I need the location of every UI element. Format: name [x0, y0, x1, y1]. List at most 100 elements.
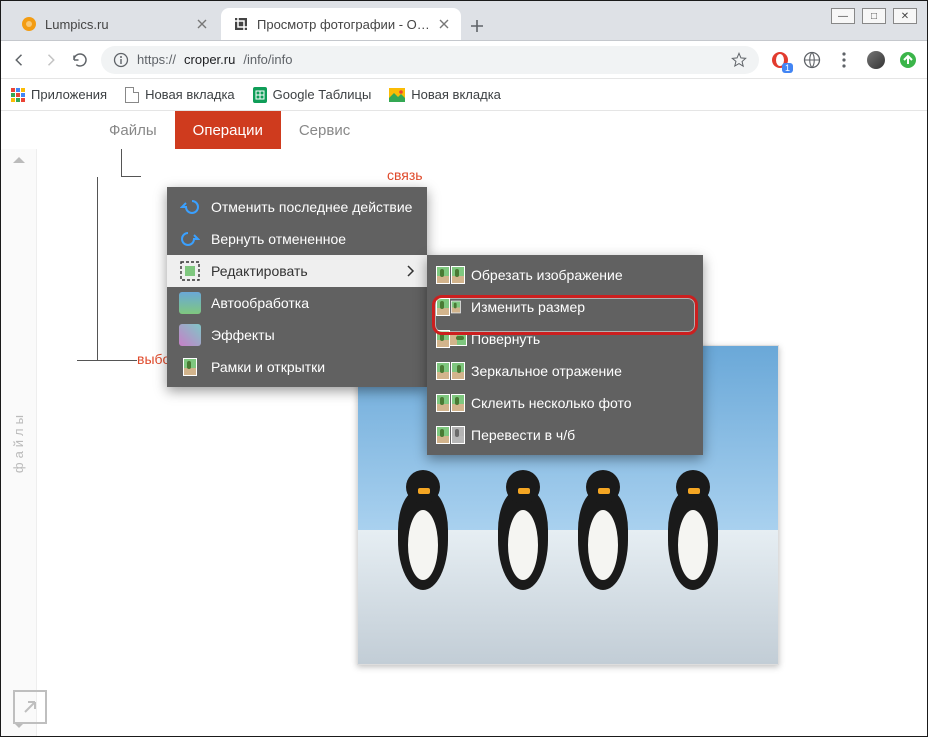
bookmark-item[interactable]: Новая вкладка: [389, 87, 501, 102]
tab-title: Lumpics.ru: [45, 17, 189, 32]
window-maximize-button[interactable]: □: [862, 8, 886, 24]
sidebar-label: файлы: [11, 411, 26, 473]
bookmark-label: Google Таблицы: [273, 87, 372, 102]
redo-icon: [179, 228, 201, 250]
submenu-item-rotate[interactable]: Повернуть: [427, 323, 703, 355]
undo-icon: [179, 196, 201, 218]
expand-corner-button[interactable]: [13, 690, 47, 724]
menu-label: Сервис: [299, 122, 350, 139]
edit-marquee-icon: [179, 260, 201, 282]
maximize-icon: □: [871, 11, 877, 22]
penguin-icon: [388, 470, 458, 600]
menu-item-fx[interactable]: Эффекты: [167, 319, 427, 351]
submenu-item-grayscale[interactable]: Перевести в ч/б: [427, 419, 703, 451]
close-icon: ✕: [901, 11, 909, 22]
url-scheme: https://: [137, 52, 176, 67]
bookmark-item[interactable]: Google Таблицы: [253, 87, 372, 103]
site-info-icon[interactable]: [113, 52, 129, 68]
thumb-pair-icon: [439, 360, 461, 382]
extension-opera-icon[interactable]: 1: [771, 51, 789, 69]
tab-lumpics[interactable]: Lumpics.ru: [9, 8, 219, 40]
menu-label: Операции: [193, 122, 263, 139]
content-area: связь редактирование фото выбор файла От…: [37, 149, 927, 736]
menu-item-label: Автообработка: [211, 295, 309, 311]
thumb-pair-icon: [439, 264, 461, 286]
bookmarks-apps[interactable]: Приложения: [11, 87, 107, 102]
menu-item-label: Зеркальное отражение: [471, 363, 622, 379]
chevron-up-icon: [13, 157, 25, 163]
thumb-pair-icon: [439, 296, 461, 318]
browser-window: — □ ✕ Lumpics.ru Просмотр фотографии - О…: [0, 0, 928, 737]
forward-button[interactable]: [41, 51, 59, 69]
extension-badge: 1: [782, 63, 793, 73]
toolbar-right: 1: [771, 51, 917, 69]
menu-service[interactable]: Сервис: [281, 111, 368, 149]
tree-branch: [121, 149, 141, 177]
edit-submenu: Обрезать изображение Изменить размер Пов…: [427, 255, 703, 455]
favicon-orange-icon: [21, 16, 37, 32]
app-viewport: Файлы Операции Сервис файлы связь редакт…: [1, 111, 927, 736]
profile-avatar[interactable]: [867, 51, 885, 69]
operations-menu: Отменить последнее действие Вернуть отме…: [167, 187, 427, 387]
bg-link[interactable]: связь: [387, 167, 423, 183]
window-close-button[interactable]: ✕: [893, 8, 917, 24]
tab-title: Просмотр фотографии - Онлай: [257, 17, 431, 32]
sidebar-files[interactable]: файлы: [1, 149, 37, 736]
extension-globe-icon[interactable]: [803, 51, 821, 69]
window-controls: — □ ✕: [831, 8, 917, 24]
sheets-icon: [253, 87, 267, 103]
thumb-pair-icon: [439, 392, 461, 414]
favicon-crop-icon: [233, 16, 249, 32]
submenu-item-stitch[interactable]: Склеить несколько фото: [427, 387, 703, 419]
submenu-item-mirror[interactable]: Зеркальное отражение: [427, 355, 703, 387]
url-path: /info/info: [243, 52, 292, 67]
menu-item-edit[interactable]: Редактировать: [167, 255, 427, 287]
reload-icon: [71, 51, 89, 69]
bookmark-item[interactable]: Новая вкладка: [125, 87, 235, 103]
menu-operations[interactable]: Операции: [175, 111, 281, 149]
minimize-icon: —: [838, 11, 848, 22]
url-host: croper.ru: [184, 52, 235, 67]
submenu-item-crop[interactable]: Обрезать изображение: [427, 259, 703, 291]
menu-files[interactable]: Файлы: [91, 111, 175, 149]
landscape-icon: [389, 88, 405, 102]
menu-item-label: Перевести в ч/б: [471, 427, 575, 443]
new-tab-button[interactable]: [463, 12, 491, 40]
menu-item-undo[interactable]: Отменить последнее действие: [167, 191, 427, 223]
menu-item-label: Склеить несколько фото: [471, 395, 632, 411]
apps-label: Приложения: [31, 87, 107, 102]
url-input[interactable]: https:// croper.ru/info/info: [101, 46, 759, 74]
frames-icon: [179, 356, 201, 378]
overflow-menu-button[interactable]: [835, 51, 853, 69]
chevron-right-icon: [407, 265, 415, 277]
menu-item-auto[interactable]: Автообработка: [167, 287, 427, 319]
tab-close-icon[interactable]: [197, 19, 207, 29]
menu-item-redo[interactable]: Вернуть отмененное: [167, 223, 427, 255]
plus-icon: [470, 19, 484, 33]
menu-item-label: Редактировать: [211, 263, 308, 279]
tab-close-icon[interactable]: [439, 19, 449, 29]
submenu-item-resize[interactable]: Изменить размер: [427, 291, 703, 323]
menu-label: Файлы: [109, 122, 157, 139]
menu-item-label: Вернуть отмененное: [211, 231, 346, 247]
back-button[interactable]: [11, 51, 29, 69]
window-minimize-button[interactable]: —: [831, 8, 855, 24]
arrow-out-icon: [21, 698, 39, 716]
menu-item-frames[interactable]: Рамки и открытки: [167, 351, 427, 383]
tab-croper[interactable]: Просмотр фотографии - Онлай: [221, 8, 461, 40]
apps-grid-icon: [11, 88, 25, 102]
address-bar: https:// croper.ru/info/info 1: [1, 41, 927, 79]
reload-button[interactable]: [71, 51, 89, 69]
extension-up-icon[interactable]: [899, 51, 917, 69]
app-menubar: Файлы Операции Сервис: [1, 111, 927, 149]
menu-item-label: Повернуть: [471, 331, 540, 347]
thumb-pair-icon: [439, 328, 461, 350]
penguin-icon: [568, 470, 638, 600]
auto-icon: [179, 292, 201, 314]
bookmarks-bar: Приложения Новая вкладка Google Таблицы …: [1, 79, 927, 111]
tab-strip: Lumpics.ru Просмотр фотографии - Онлай: [1, 1, 927, 41]
bookmark-star-button[interactable]: [731, 52, 747, 68]
menu-item-label: Рамки и открытки: [211, 359, 325, 375]
page-icon: [125, 87, 139, 103]
thumb-pair-icon: [439, 424, 461, 446]
